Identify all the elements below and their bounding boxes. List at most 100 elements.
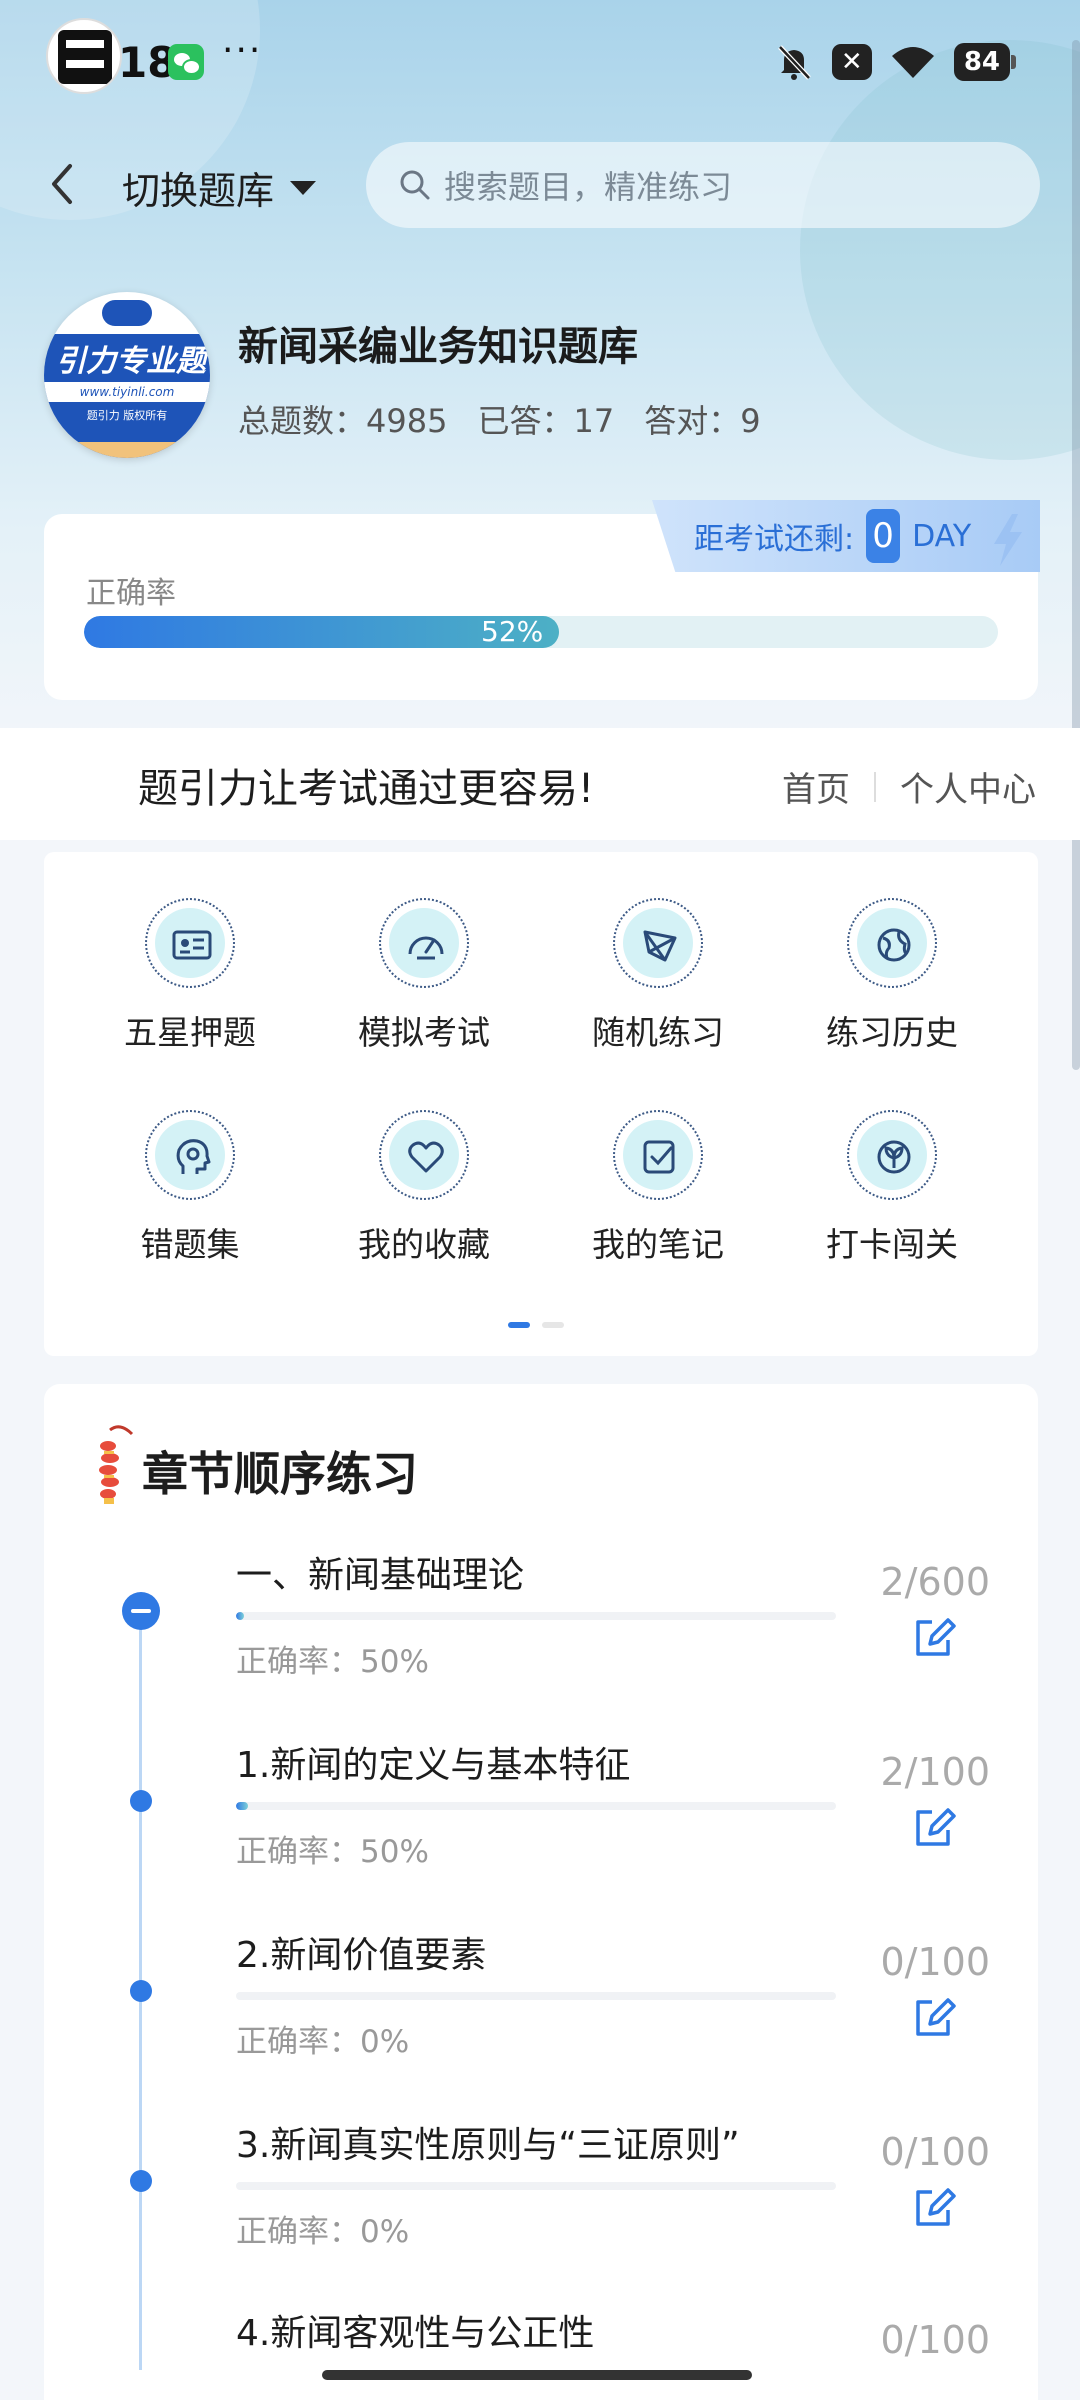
accuracy-progress-bar: 52% (84, 616, 998, 648)
chapter-row[interactable]: 3.新闻真实性原则与“三证原则” 正确率：0% 0/100 (0, 2110, 1080, 2300)
chapter-row[interactable]: 4.新闻客观性与公正性 0/100 (0, 2300, 1080, 2360)
countdown-days: 0 (866, 509, 901, 563)
close-box-icon: ✕ (831, 44, 872, 80)
status-bar: 4:18 ··· ✕ 84 (0, 0, 1080, 120)
menu-label: 练习历史 (826, 1013, 958, 1052)
edit-icon[interactable] (912, 1806, 956, 1850)
heart-icon (408, 1141, 444, 1173)
back-arrow-icon[interactable] (40, 156, 88, 212)
correct-count: 答对：9 (644, 402, 761, 440)
chapter-progress-fill (236, 1612, 244, 1620)
chapter-name: 1.新闻的定义与基本特征 (236, 1745, 631, 1786)
chapter-count: 0/100 (880, 2318, 990, 2360)
exam-countdown: 距考试还剩: 0 DAY (652, 500, 1040, 572)
timeline-dot (130, 1980, 152, 2002)
chapter-accuracy: 正确率：0% (236, 2214, 410, 2250)
menu-label: 我的笔记 (592, 1225, 724, 1264)
menu-label: 五星押题 (124, 1013, 256, 1052)
more-notifications-icon: ··· (222, 30, 263, 71)
chapter-row[interactable]: 1.新闻的定义与基本特征 正确率：50% 2/100 (0, 1730, 1080, 1920)
menu-label: 模拟考试 (358, 1013, 490, 1052)
switch-bank-dropdown[interactable]: 切换题库 (122, 160, 317, 215)
chapter-progress-bar (236, 1612, 836, 1620)
countdown-label: 距考试还剩: (694, 522, 855, 557)
chapter-accuracy: 正确率：50% (236, 1834, 429, 1870)
chapter-section-title: 章节顺序练习 (142, 1447, 418, 1501)
menu-item-mock-exam[interactable]: 模拟考试 (324, 898, 524, 1054)
menu-item-history[interactable]: 练习历史 (792, 898, 992, 1054)
pager-dot-active (508, 1322, 530, 1328)
timeline-dot (130, 2170, 152, 2192)
divider (874, 771, 876, 802)
menu-item-wrong-answers[interactable]: 错题集 (90, 1110, 290, 1266)
menu-label: 错题集 (140, 1225, 240, 1264)
chapter-progress-fill (236, 1802, 248, 1810)
logo-text: 引力专业题 (56, 344, 206, 379)
edit-icon[interactable] (912, 1996, 956, 2040)
wechat-icon (168, 44, 204, 80)
menu-item-favorites[interactable]: 我的收藏 (324, 1110, 524, 1266)
note-check-icon (643, 1140, 675, 1174)
shuffle-icon (643, 930, 677, 962)
edit-icon[interactable] (912, 1616, 956, 1660)
chapter-accuracy: 正确率：0% (236, 2024, 410, 2060)
brand-logo (46, 18, 122, 94)
wifi-icon (891, 47, 934, 78)
chapter-count: 0/100 (880, 1940, 990, 1984)
collapse-icon[interactable] (122, 1592, 160, 1630)
logo-url: www.tiyinli.com (44, 382, 210, 402)
chapter-accuracy: 正确率：50% (236, 1644, 429, 1680)
menu-item-random-practice[interactable]: 随机练习 (558, 898, 758, 1054)
bank-title: 新闻采编业务知识题库 (238, 324, 638, 370)
accuracy-label: 正确率 (86, 576, 176, 611)
answered-count: 已答：17 (477, 402, 615, 440)
home-indicator[interactable] (322, 2370, 752, 2380)
firecracker-icon (99, 1425, 134, 1504)
caret-down-icon (290, 180, 317, 195)
chapter-progress-bar (236, 1802, 836, 1810)
timeline-dot (130, 1790, 152, 1812)
chapter-name: 一、新闻基础理论 (236, 1555, 525, 1596)
accuracy-progress-fill: 52% (84, 616, 560, 648)
profile-link[interactable]: 个人中心 (900, 762, 1036, 811)
menu-item-notes[interactable]: 我的笔记 (558, 1110, 758, 1266)
bank-stats: 总题数：4985 已答：17 答对：9 (238, 396, 761, 442)
slogan-text: 题引力让考试通过更容易! (138, 766, 595, 812)
id-card-icon (172, 930, 212, 960)
chapter-count: 2/100 (880, 1750, 990, 1794)
question-bank-logo: 引力专业题 www.tiyinli.com 题引力 版权所有 (44, 292, 210, 458)
countdown-unit: DAY (912, 518, 972, 554)
menu-label: 我的收藏 (358, 1225, 490, 1264)
menu-label: 随机练习 (592, 1013, 724, 1052)
globe-icon (877, 928, 911, 962)
switch-bank-label: 切换题库 (122, 169, 275, 213)
chapter-count: 2/600 (880, 1560, 990, 1604)
head-icon (176, 1139, 211, 1174)
chapter-progress-bar (236, 1992, 836, 2000)
menu-pager[interactable] (508, 1322, 564, 1328)
chapter-count: 0/100 (880, 2130, 990, 2174)
search-icon (400, 170, 430, 200)
search-placeholder: 搜索题目，精准练习 (444, 168, 733, 206)
chapter-name: 3.新闻真实性原则与“三证原则” (236, 2125, 740, 2166)
bell-off-icon (777, 45, 811, 80)
total-questions: 总题数：4985 (238, 402, 448, 440)
search-input[interactable]: 搜索题目，精准练习 (366, 142, 1040, 228)
chapter-row[interactable]: 一、新闻基础理论 正确率：50% 2/600 (0, 1540, 1080, 1730)
speedometer-icon (408, 936, 444, 960)
chapter-name: 4.新闻客观性与公正性 (236, 2313, 595, 2354)
chapter-row[interactable]: 2.新闻价值要素 正确率：0% 0/100 (0, 1920, 1080, 2110)
home-link[interactable]: 首页 (782, 762, 850, 811)
banner-nav: 首页 个人中心 (782, 762, 1036, 811)
chapter-progress-bar (236, 2182, 836, 2190)
scrollbar[interactable] (1072, 40, 1080, 1070)
edit-icon[interactable] (912, 2186, 956, 2230)
logo-subtext: 题引力 版权所有 (86, 409, 168, 422)
menu-label: 打卡闯关 (826, 1225, 958, 1264)
menu-item-five-star[interactable]: 五星押题 (90, 898, 290, 1054)
pager-dot (542, 1322, 564, 1328)
sprout-icon (877, 1140, 911, 1174)
lightning-icon (994, 514, 1022, 566)
menu-item-checkin[interactable]: 打卡闯关 (792, 1110, 992, 1266)
chapter-name: 2.新闻价值要素 (236, 1935, 487, 1976)
